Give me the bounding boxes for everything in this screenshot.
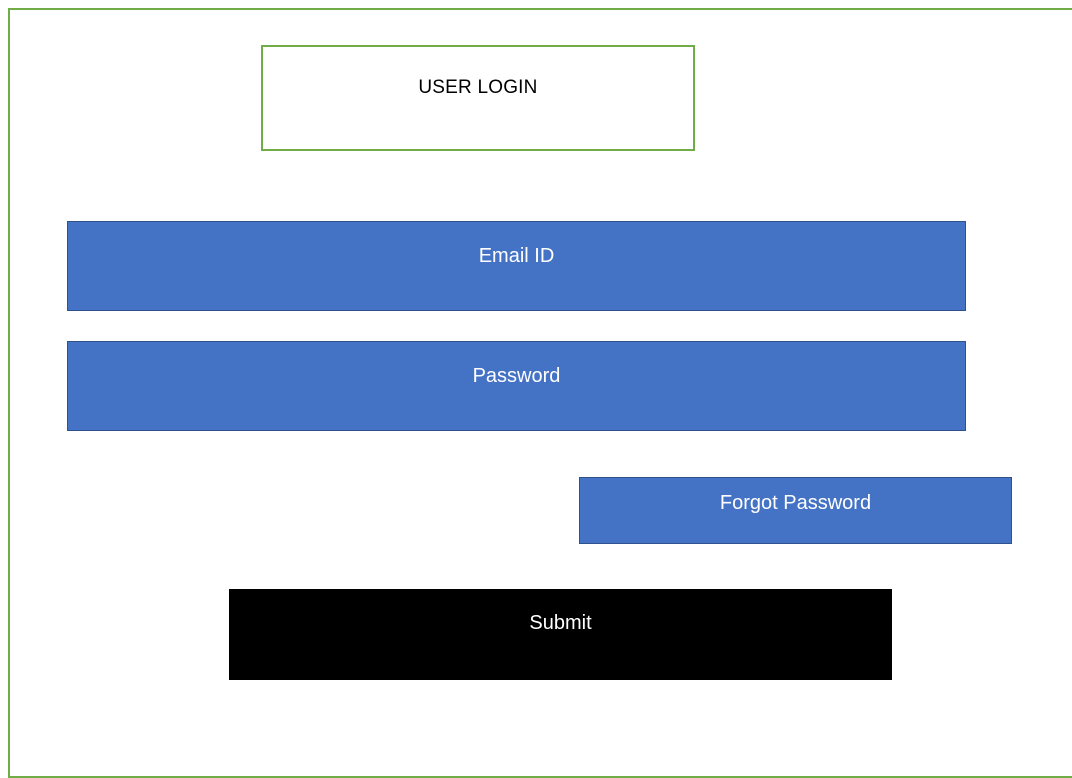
forgot-password-button[interactable]: Forgot Password: [579, 477, 1012, 544]
forgot-password-label: Forgot Password: [719, 492, 872, 514]
page-title: USER LOGIN: [418, 77, 538, 98]
login-title-box: USER LOGIN: [261, 45, 695, 151]
submit-button-label: Submit: [529, 612, 592, 634]
email-field[interactable]: Email ID: [67, 221, 966, 311]
password-field-label: Password: [472, 365, 561, 387]
password-field[interactable]: Password: [67, 341, 966, 431]
submit-button[interactable]: Submit: [229, 589, 892, 680]
email-field-label: Email ID: [478, 245, 555, 267]
